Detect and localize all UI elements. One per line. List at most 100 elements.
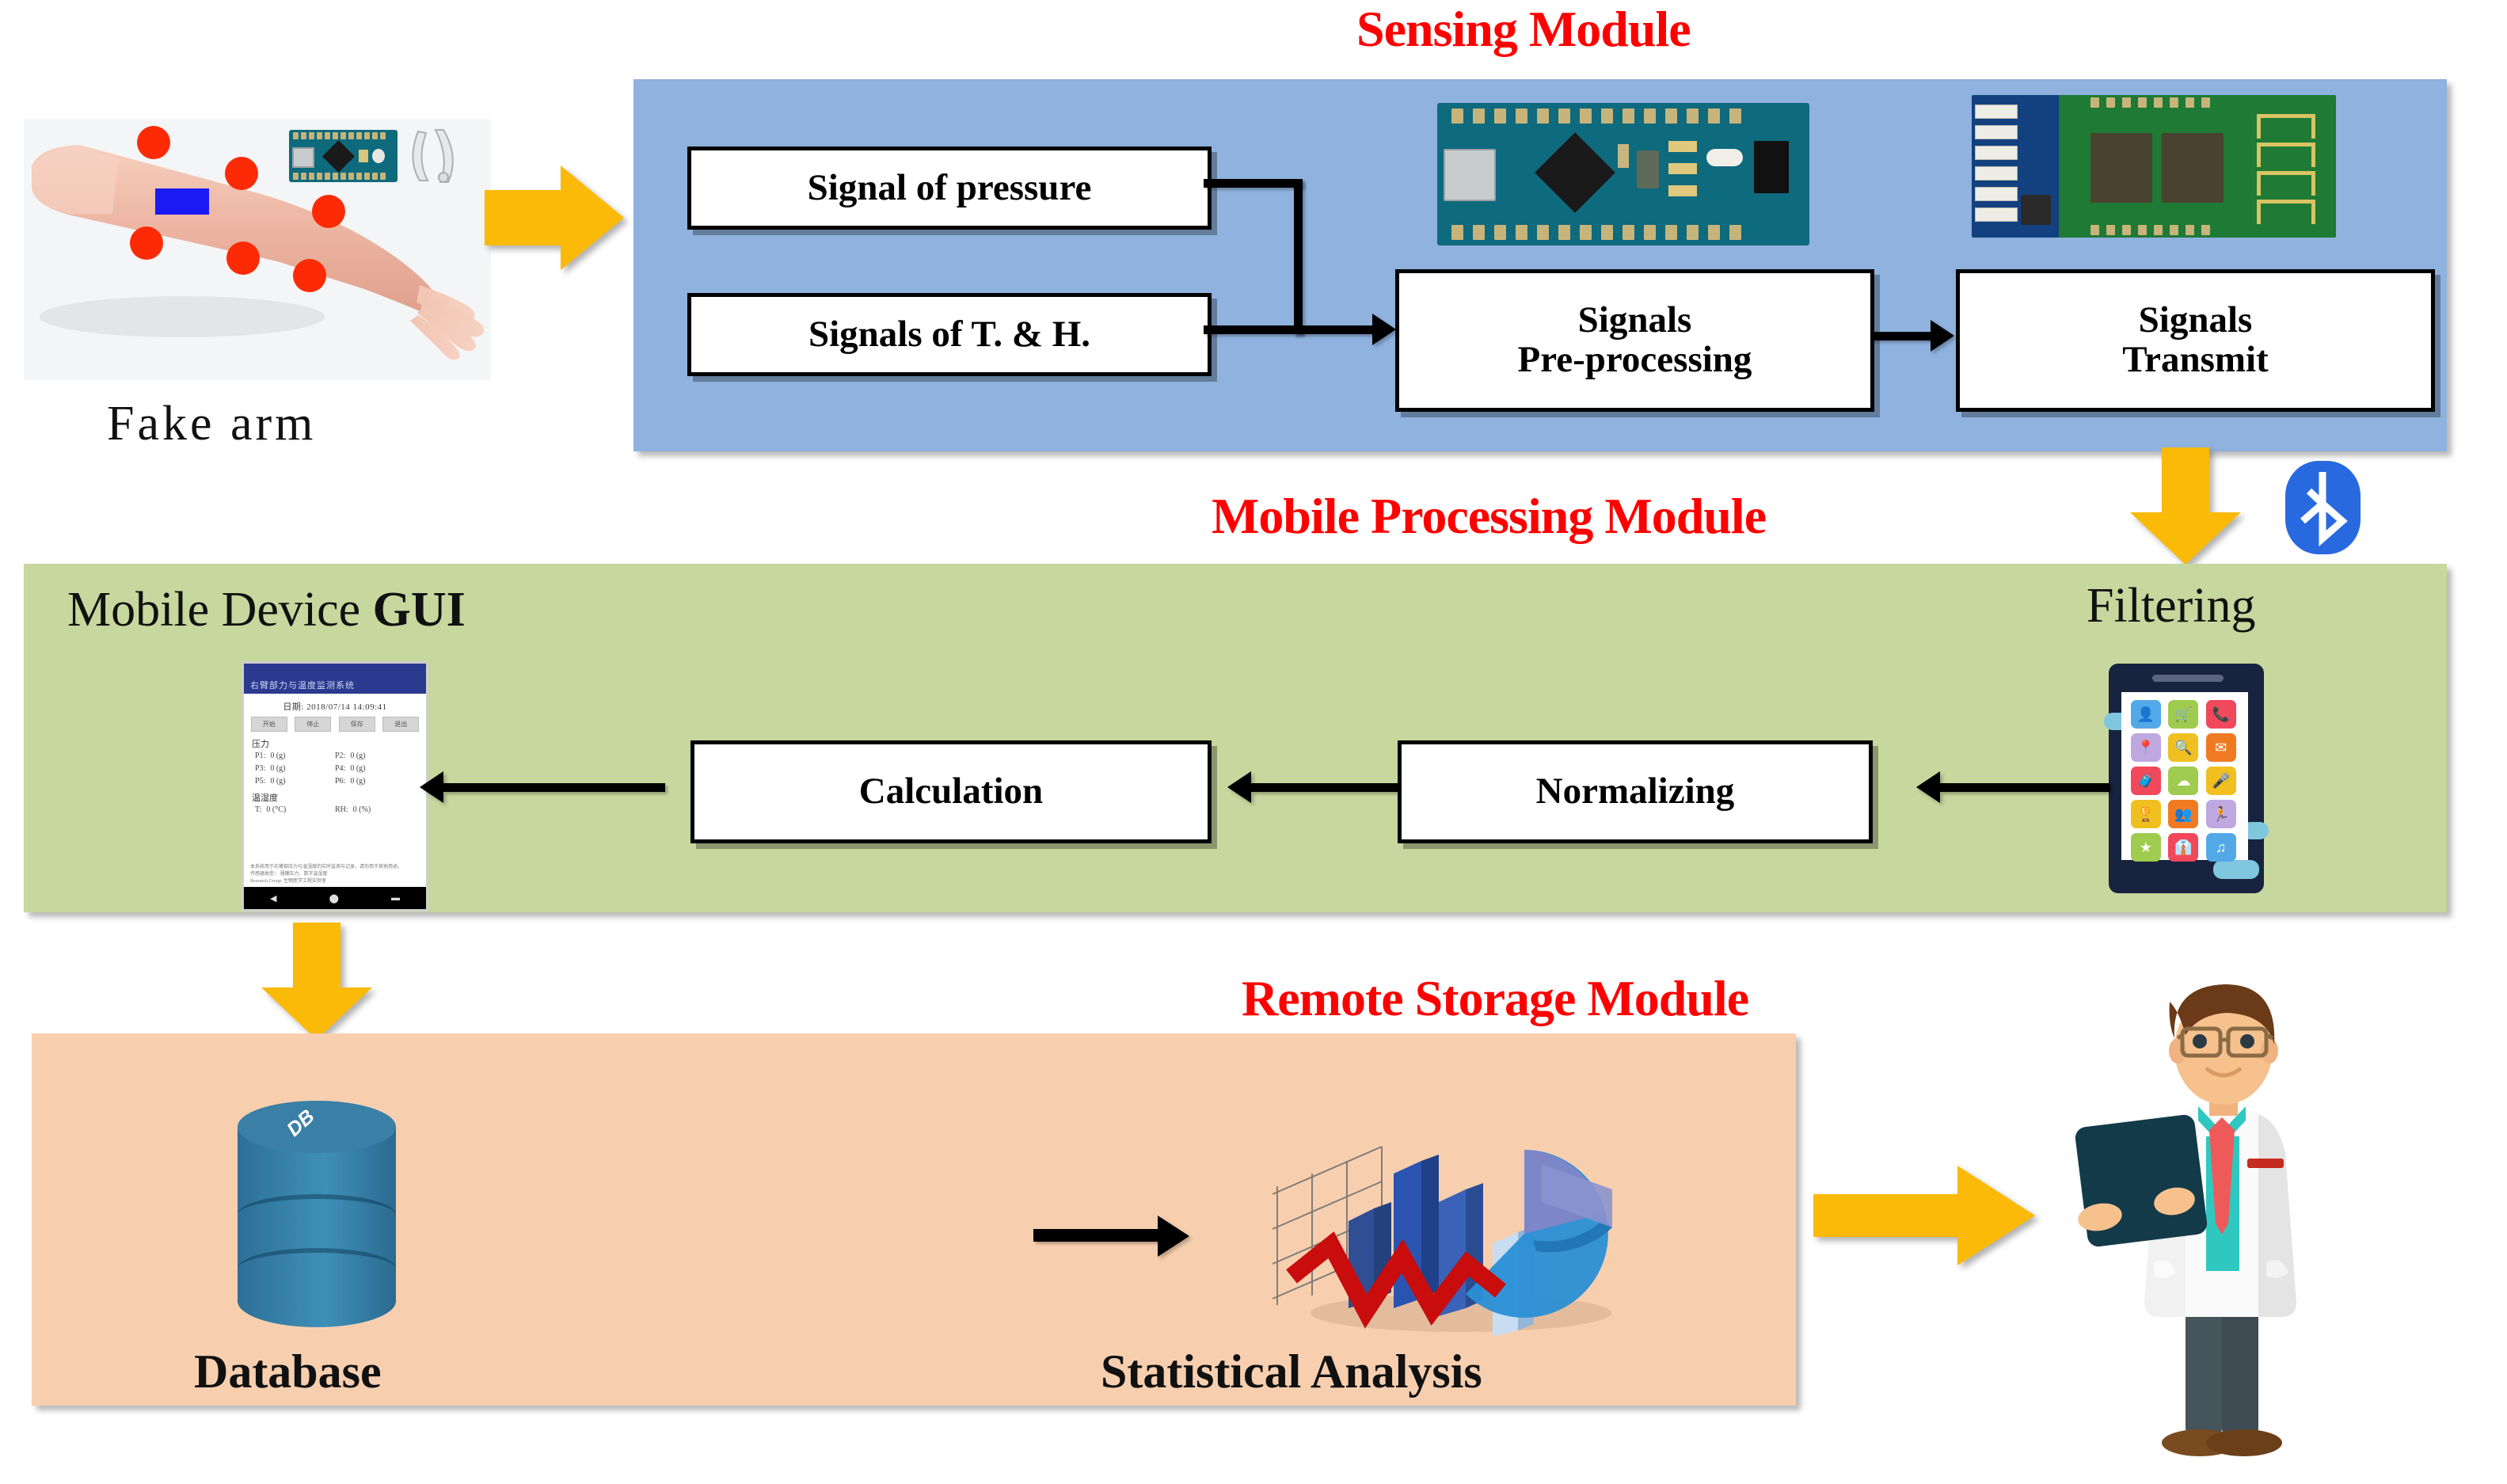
gui-key: P6: xyxy=(335,777,346,786)
arrowhead-to-gui xyxy=(420,771,443,803)
mobile-module-title: Mobile Processing Module xyxy=(1212,488,1767,544)
gui-label-bold: GUI xyxy=(372,583,466,637)
arrowhead-to-normalizing xyxy=(1916,771,1940,803)
phone-app-grid: 👤 🛒 📞 📍 🔍 ✉ 🧳 ☁ 🎤 🏆 👥 🏃 ★ 👔 ♫ xyxy=(2121,692,2248,869)
gui-temp-section-title: 温湿度 xyxy=(252,793,278,803)
gui-key: T: xyxy=(255,805,262,814)
app-icon-search-person[interactable]: 🔍 xyxy=(2168,733,2199,762)
app-icon-traveler[interactable]: 🧳 xyxy=(2131,767,2161,795)
connector-phone-to-norm xyxy=(1940,783,2110,792)
gui-date-row: 日期: 2018/07/14 14:09:41 xyxy=(244,694,426,717)
gui-date-value: 2018/07/14 14:09:41 xyxy=(306,702,387,712)
back-icon[interactable]: ◀ xyxy=(270,893,276,904)
gui-app-title: 右臂部力与温度监测系统 xyxy=(244,676,426,694)
arduino-nano-board-icon xyxy=(1437,103,1809,245)
bluetooth-icon xyxy=(2285,461,2361,554)
gui-footer-line1: 本系统用于右臂部压力与温湿度的实时监测与记录，请勿用于其他用途。 xyxy=(250,865,403,869)
gui-temp-grid: T: 0 (°C) RH: 0 (%) xyxy=(244,805,426,814)
gui-label-regular: Mobile Device xyxy=(67,583,373,637)
gui-val: 0 (g) xyxy=(350,764,366,773)
smartphone-icon: 👤 🛒 📞 📍 🔍 ✉ 🧳 ☁ 🎤 🏆 👥 🏃 ★ 👔 ♫ xyxy=(2104,664,2269,893)
connector-pressure-out xyxy=(1204,179,1303,188)
filtering-label: Filtering xyxy=(2087,579,2256,633)
gui-pressure-grid: P1: 0 (g) P2: 0 (g) P3: 0 (g) P4: 0 (g) P5: 0… xyxy=(244,752,426,786)
app-icon-user[interactable]: 👔 xyxy=(2168,833,2199,862)
sensor-dot xyxy=(225,157,258,190)
gui-row-p5: P5: 0 (g) xyxy=(255,777,335,786)
gui-stop-button[interactable]: 停止 xyxy=(295,717,332,732)
app-icon-presenter[interactable]: 🎤 xyxy=(2205,767,2236,795)
connector-merge-to-pre xyxy=(1294,325,1377,334)
box-label: Signals Transmit xyxy=(2122,299,2269,380)
gui-key: P3: xyxy=(255,764,266,773)
gui-key: P5: xyxy=(255,777,266,786)
bluetooth-module-board-icon xyxy=(1972,95,2336,238)
flex-sensor-icon xyxy=(412,129,454,183)
gui-row-p1: P1: 0 (g) xyxy=(255,752,335,760)
gui-date-label: 日期: xyxy=(283,702,304,712)
connector-th-out xyxy=(1204,325,1303,334)
arrowhead-to-preprocessing xyxy=(1372,314,1396,345)
sensor-dot xyxy=(137,126,170,159)
signals-transmit-box: Signals Transmit xyxy=(1956,269,2435,412)
home-icon[interactable]: ⬤ xyxy=(329,893,339,904)
gui-footer: 本系统用于右臂部压力与温湿度的实时监测与记录，请勿用于其他用途。 传感器类型： … xyxy=(244,864,426,885)
arrowhead-to-statistics xyxy=(1158,1216,1189,1257)
sensor-strip xyxy=(155,188,209,215)
arrowhead-to-calculation xyxy=(1227,771,1251,803)
connector-db-to-stats xyxy=(1033,1229,1164,1242)
database-icon: DB xyxy=(238,1101,396,1330)
normalizing-box: Normalizing xyxy=(1398,740,1873,843)
mobile-app-screenshot: 右臂部力与温度监测系统 日期: 2018/07/14 14:09:41 开始 停… xyxy=(242,661,428,911)
app-icon-phone[interactable]: 📞 xyxy=(2205,700,2236,729)
gui-exit-button[interactable]: 退出 xyxy=(382,717,420,732)
arrow-arm-to-sensing xyxy=(485,166,624,270)
sensing-module-title: Sensing Module xyxy=(1356,1,1691,57)
app-icon-location[interactable]: 📍 xyxy=(2131,733,2161,762)
gui-start-button[interactable]: 开始 xyxy=(250,717,287,732)
app-icon-music[interactable]: ♫ xyxy=(2205,833,2236,862)
app-icon-cart[interactable]: 🛒 xyxy=(2168,700,2199,729)
gui-key: P2: xyxy=(335,752,346,760)
db-ring-2 xyxy=(238,1248,396,1289)
gui-pressure-section-title: 压力 xyxy=(252,740,269,749)
signals-of-temp-humidity-box: Signals of T. & H. xyxy=(687,293,1212,376)
recents-icon[interactable]: ▬ xyxy=(391,893,400,903)
connector-vertical-merge xyxy=(1294,179,1303,334)
gui-key: P4: xyxy=(335,764,346,773)
box-label: Signals Pre-processing xyxy=(1517,299,1752,380)
app-icon-cloud[interactable]: ☁ xyxy=(2168,767,2199,795)
mobile-device-gui-label: Mobile Device GUI xyxy=(67,582,466,638)
gui-val: 0 (g) xyxy=(270,764,286,773)
app-icon-mail[interactable]: ✉ xyxy=(2205,733,2236,762)
app-icon-winner[interactable]: 🏆 xyxy=(2131,800,2161,828)
gui-val: 0 (g) xyxy=(350,752,366,760)
gui-save-button[interactable]: 保存 xyxy=(338,717,375,732)
sensor-dot xyxy=(226,242,260,275)
gui-row-p4: P4: 0 (g) xyxy=(335,764,415,773)
statistical-chart-icon xyxy=(1272,1146,1612,1337)
arrow-sensing-to-mobile xyxy=(2130,447,2241,565)
fake-arm-photo xyxy=(24,119,491,380)
db-top xyxy=(238,1101,396,1153)
gui-row-rh: RH: 0 (%) xyxy=(335,805,415,814)
app-icon-runner[interactable]: 🏃 xyxy=(2205,800,2236,828)
app-icon-business[interactable]: 👤 xyxy=(2131,700,2161,729)
connector-pre-to-transmit xyxy=(1870,332,1932,341)
connector-norm-to-calc xyxy=(1251,783,1398,792)
arduino-thumbnail-icon xyxy=(289,130,398,182)
app-icon-group[interactable]: 👥 xyxy=(2168,800,2199,828)
connector-calc-to-gui xyxy=(443,783,665,792)
gui-val: 0 (°C) xyxy=(266,805,287,814)
arrowhead-to-transmit xyxy=(1931,320,1954,352)
signal-of-pressure-box: Signal of pressure xyxy=(687,146,1212,230)
sensor-dot xyxy=(293,259,326,292)
app-icon-star[interactable]: ★ xyxy=(2131,833,2161,862)
calculation-box: Calculation xyxy=(690,740,1212,843)
gui-navigation-bar: ◀ ⬤ ▬ xyxy=(244,887,426,909)
gui-key: RH: xyxy=(335,805,348,814)
sensor-dot xyxy=(130,226,163,260)
gui-val: 0 (g) xyxy=(350,777,366,786)
arrow-storage-to-doctor xyxy=(1813,1166,2035,1265)
gui-row-p2: P2: 0 (g) xyxy=(335,752,415,760)
